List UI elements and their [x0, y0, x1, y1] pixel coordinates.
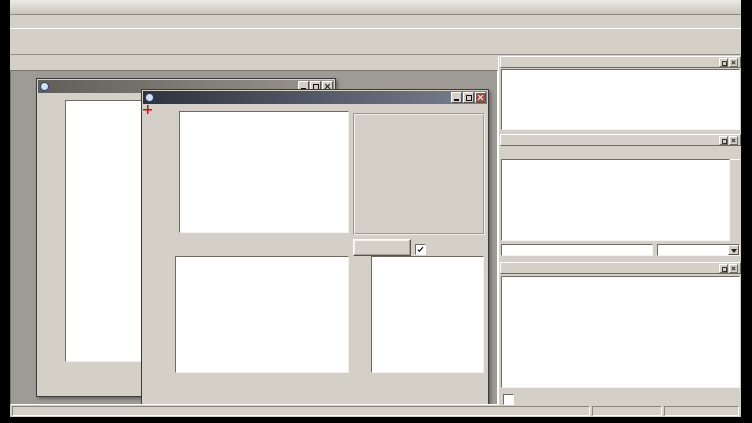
dock-close-icon[interactable] — [729, 58, 738, 67]
dock-float-icon[interactable] — [719, 136, 728, 145]
filters-dock-titlebar[interactable] — [500, 262, 741, 274]
filters-list — [501, 276, 740, 388]
scan-table — [501, 159, 730, 241]
views-tabbar — [501, 146, 740, 160]
intensity-axis-label — [38, 204, 46, 294]
status-rt — [592, 406, 662, 416]
dock-close-icon[interactable] — [729, 136, 738, 145]
current-position-marker — [143, 105, 152, 114]
mdi-workspace — [10, 70, 498, 405]
minimize-icon[interactable] — [451, 92, 462, 103]
toppview-logo-icon — [40, 82, 49, 91]
mz-projection-plot[interactable] — [371, 256, 484, 373]
dock-float-icon[interactable] — [719, 58, 728, 67]
window-titlebar[interactable] — [10, 0, 741, 15]
peak-map-2d[interactable] — [175, 256, 349, 373]
tic-chromatogram-plot[interactable] — [179, 111, 349, 233]
document-tabbar — [10, 55, 498, 70]
data-filters-dock — [499, 262, 742, 405]
mz-axis-label — [144, 290, 152, 340]
layers-dock — [499, 56, 742, 132]
projections-panel — [353, 113, 485, 235]
update-button[interactable] — [353, 239, 411, 256]
layers-list — [501, 69, 740, 130]
status-message — [12, 406, 590, 416]
toppview-window — [10, 0, 741, 417]
views-dock — [499, 134, 742, 260]
views-dock-titlebar[interactable] — [500, 134, 741, 146]
statusbar — [10, 405, 741, 417]
menubar — [10, 14, 741, 28]
scan-search-input[interactable] — [501, 244, 653, 256]
search-column-combo[interactable] — [657, 244, 740, 256]
layers-dock-titlebar[interactable] — [500, 56, 741, 68]
dock-area — [498, 56, 741, 405]
bsa1-titlebar[interactable] — [143, 91, 487, 104]
enable-all-filters-box[interactable] — [503, 394, 514, 405]
subwindow-bsa1[interactable] — [141, 89, 489, 405]
status-mz — [664, 406, 739, 416]
dock-close-icon[interactable] — [729, 264, 738, 273]
dock-float-icon[interactable] — [719, 264, 728, 273]
bsa1-view[interactable] — [143, 105, 487, 405]
toppview-logo-icon — [145, 93, 154, 102]
auto-update-checkbox-box[interactable] — [415, 244, 426, 255]
combo-dropdown-icon[interactable] — [728, 245, 739, 255]
close-icon[interactable] — [475, 92, 486, 103]
maximize-icon[interactable] — [463, 92, 474, 103]
toolbar — [10, 28, 741, 55]
desktop — [0, 0, 752, 423]
